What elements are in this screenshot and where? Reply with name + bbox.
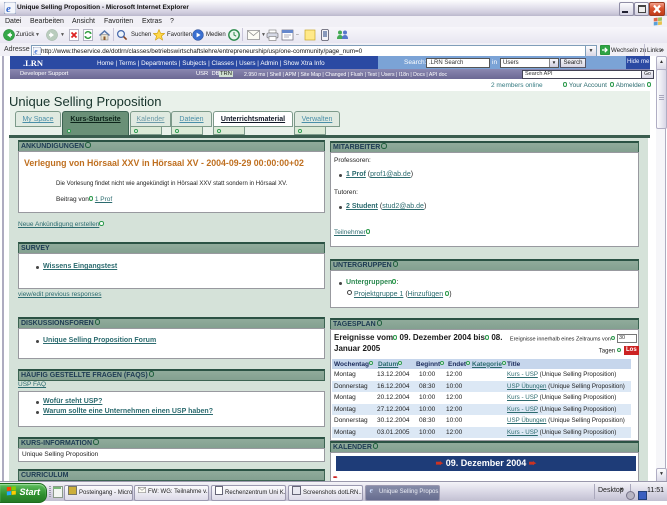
svg-text:e: e (370, 486, 374, 494)
svg-text:e: e (6, 3, 11, 14)
